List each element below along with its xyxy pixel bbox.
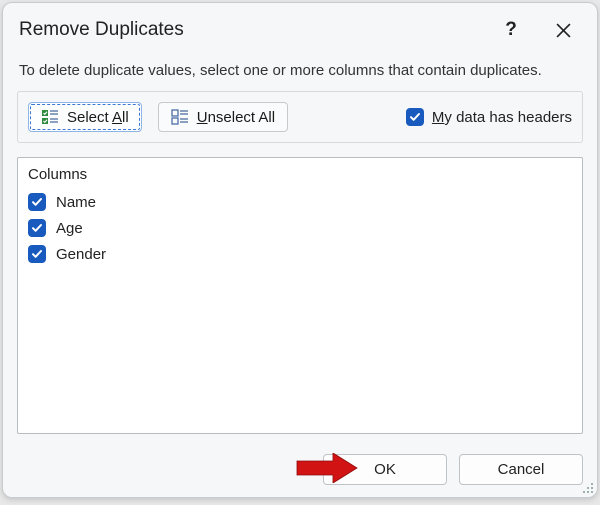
unselect-all-label: Unselect All <box>197 109 275 126</box>
close-icon <box>556 23 571 38</box>
dialog-body: To delete duplicate values, select one o… <box>3 53 597 444</box>
column-item-name[interactable]: Name <box>28 189 572 215</box>
dialog-title: Remove Duplicates <box>19 19 481 41</box>
checkbox-icon <box>406 108 424 126</box>
select-all-label: Select All <box>67 109 129 126</box>
ok-button[interactable]: OK <box>323 454 447 485</box>
checkbox-icon <box>28 245 46 263</box>
columns-header: Columns <box>28 166 572 183</box>
titlebar: Remove Duplicates ? <box>3 3 597 53</box>
select-all-button[interactable]: Select All <box>28 102 142 132</box>
remove-duplicates-dialog: Remove Duplicates ? To delete duplicate … <box>2 2 598 498</box>
checkbox-icon <box>28 219 46 237</box>
column-item-age[interactable]: Age <box>28 215 572 241</box>
column-label: Name <box>56 194 96 211</box>
column-item-gender[interactable]: Gender <box>28 241 572 267</box>
column-label: Gender <box>56 246 106 263</box>
checkbox-icon <box>28 193 46 211</box>
columns-listbox[interactable]: Columns Name Age Gender <box>17 157 583 434</box>
close-button[interactable] <box>541 13 585 47</box>
select-all-icon <box>41 108 59 126</box>
toolbar: Select All Unselect All <box>17 91 583 143</box>
help-icon: ? <box>505 19 517 41</box>
help-button[interactable]: ? <box>489 13 533 47</box>
dialog-footer: OK Cancel <box>3 444 597 497</box>
column-label: Age <box>56 220 83 237</box>
resize-grip[interactable] <box>581 481 595 495</box>
unselect-all-icon <box>171 108 189 126</box>
unselect-all-button[interactable]: Unselect All <box>158 102 288 132</box>
has-headers-checkbox[interactable]: My data has headers <box>406 108 572 126</box>
instruction-text: To delete duplicate values, select one o… <box>19 61 581 81</box>
has-headers-label: My data has headers <box>432 109 572 126</box>
cancel-button[interactable]: Cancel <box>459 454 583 485</box>
